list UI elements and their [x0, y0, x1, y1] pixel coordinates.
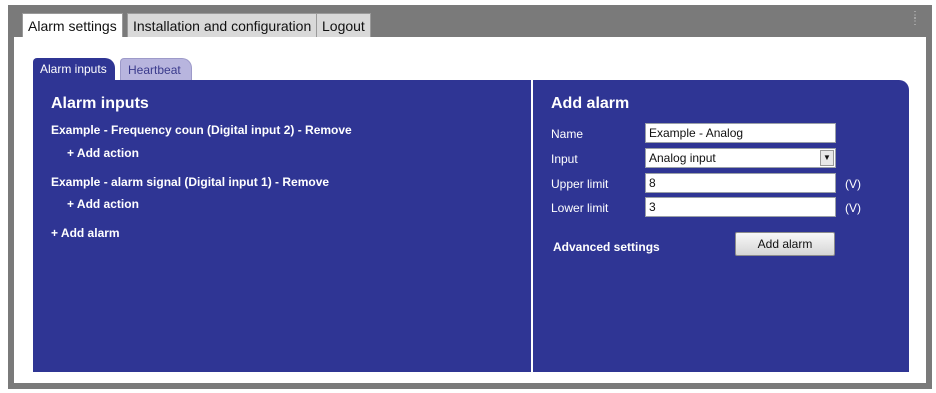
upper-limit-field[interactable]: 8: [645, 173, 836, 193]
input-label: Input: [551, 152, 578, 166]
tab-installation-and-configuration[interactable]: Installation and configuration: [127, 13, 318, 37]
add-action-link[interactable]: + Add action: [67, 197, 139, 211]
add-alarm-link[interactable]: + Add alarm: [51, 226, 120, 240]
upper-limit-unit: (V): [845, 177, 861, 191]
tab-alarm-settings[interactable]: Alarm settings: [22, 13, 123, 39]
alarm-separator: -: [271, 175, 283, 189]
lower-limit-unit: (V): [845, 201, 861, 215]
tab-logout[interactable]: Logout: [316, 13, 371, 37]
input-select[interactable]: Analog input ▼: [645, 148, 836, 168]
alarm-inputs-heading: Alarm inputs: [51, 95, 149, 112]
panel-divider: [531, 80, 533, 372]
alarm-label: Example - alarm signal (Digital input 1): [51, 175, 272, 189]
grip-icon: ⋮ ⋮: [910, 10, 920, 27]
alarm-list-item: Example - Frequency coun (Digital input …: [51, 123, 352, 137]
name-field[interactable]: Example - Analog: [645, 123, 836, 143]
alarm-list-item: Example - alarm signal (Digital input 1)…: [51, 175, 329, 189]
add-alarm-heading: Add alarm: [551, 95, 630, 112]
lower-limit-field[interactable]: 3: [645, 197, 836, 217]
add-action-link[interactable]: + Add action: [67, 146, 139, 160]
lower-limit-label: Lower limit: [551, 201, 609, 215]
subtab-alarm-inputs[interactable]: Alarm inputs: [33, 58, 115, 80]
add-alarm-button[interactable]: Add alarm: [735, 232, 835, 256]
remove-link[interactable]: Remove: [282, 175, 329, 189]
alarm-separator: -: [294, 123, 306, 137]
subtab-heartbeat[interactable]: Heartbeat: [120, 58, 192, 80]
upper-limit-label: Upper limit: [551, 177, 609, 191]
input-select-value: Analog input: [649, 151, 716, 165]
name-label: Name: [551, 127, 584, 141]
alarm-label: Example - Frequency coun (Digital input …: [51, 123, 295, 137]
chevron-down-icon[interactable]: ▼: [820, 150, 834, 166]
advanced-settings-link[interactable]: Advanced settings: [553, 240, 660, 254]
top-tab-bar: Alarm settings Installation and configur…: [8, 5, 932, 39]
remove-link[interactable]: Remove: [305, 123, 352, 137]
